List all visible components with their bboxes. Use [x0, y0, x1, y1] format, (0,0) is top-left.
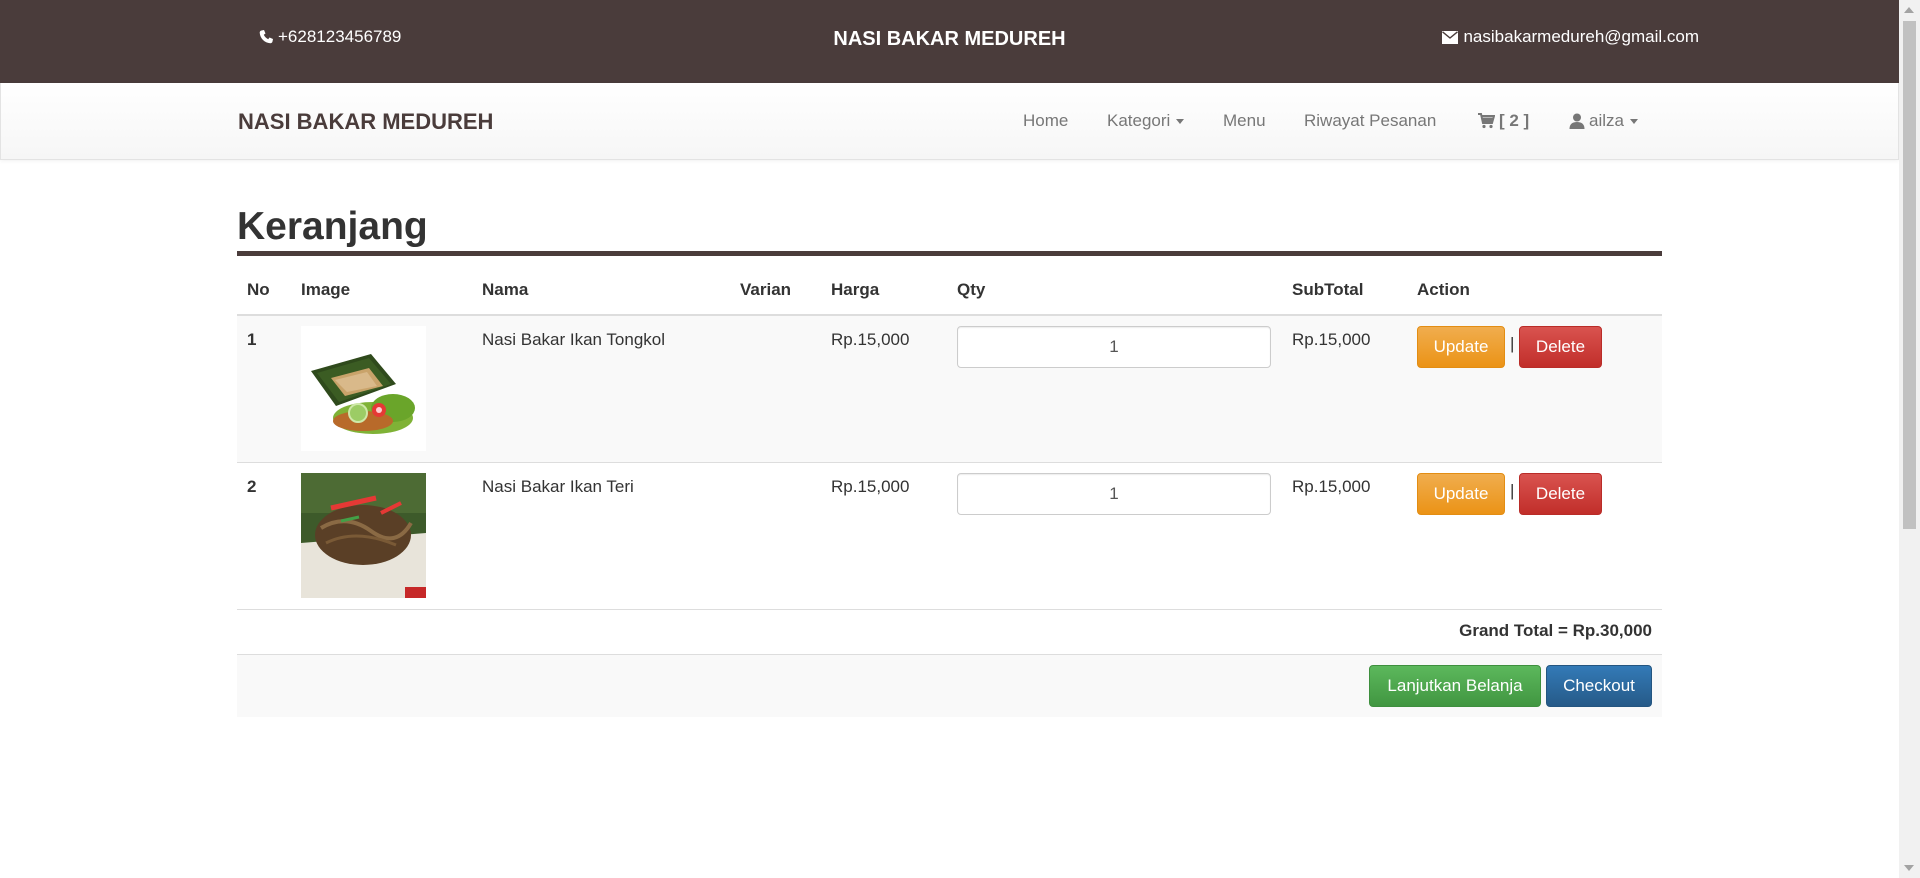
column-header-qty: Qty — [957, 280, 986, 299]
nav-riwayat-pesanan[interactable]: Riwayat Pesanan — [1304, 111, 1436, 131]
action-separator: | — [1510, 334, 1515, 353]
user-name: ailza — [1589, 111, 1624, 130]
update-button[interactable]: Update — [1417, 473, 1505, 515]
nav-kategori-label: Kategori — [1107, 111, 1171, 130]
cart-count: [ 2 ] — [1499, 111, 1530, 130]
nav-home[interactable]: Home — [1023, 111, 1068, 131]
checkout-button[interactable]: Checkout — [1546, 665, 1652, 707]
product-name: Nasi Bakar Ikan Tongkol — [482, 330, 666, 349]
qty-input[interactable] — [957, 326, 1271, 368]
scroll-up-arrow-icon[interactable] — [1904, 7, 1914, 13]
row-number: 2 — [247, 477, 257, 496]
column-header-varian: Varian — [740, 280, 792, 299]
grand-total: Grand Total = Rp.30,000 — [1459, 621, 1652, 640]
nav-user-dropdown[interactable]: ailza — [1569, 111, 1638, 131]
page-title: Keranjang — [237, 205, 428, 248]
product-price: Rp.15,000 — [831, 477, 910, 496]
column-header-subtotal: SubTotal — [1292, 280, 1364, 299]
top-contact-bar: +628123456789 NASI BAKAR MEDUREH nasibak… — [0, 0, 1899, 83]
email-address: nasibakarmedureh@gmail.com — [1463, 27, 1699, 46]
caret-down-icon — [1176, 118, 1185, 124]
delete-button[interactable]: Delete — [1519, 473, 1602, 515]
envelope-icon — [1442, 30, 1459, 44]
product-price: Rp.15,000 — [831, 330, 910, 349]
column-header-nama: Nama — [482, 280, 529, 299]
column-header-action: Action — [1417, 280, 1470, 299]
product-image-teri — [301, 473, 426, 598]
cart-actions-row: Lanjutkan Belanja Checkout — [237, 654, 1662, 717]
nav-menu[interactable]: Menu — [1223, 111, 1266, 131]
product-image-tongkol — [301, 326, 426, 451]
scroll-down-arrow-icon[interactable] — [1904, 865, 1914, 871]
caret-down-icon — [1629, 118, 1638, 124]
nav-kategori-dropdown[interactable]: Kategori — [1107, 111, 1185, 131]
continue-shopping-button[interactable]: Lanjutkan Belanja — [1369, 665, 1541, 707]
table-row: 1 Nasi Bakar Ikan Tongkol Rp.15,000 Rp.1… — [237, 316, 1662, 463]
column-header-harga: Harga — [831, 280, 880, 299]
column-header-image: Image — [301, 280, 351, 299]
user-icon — [1569, 113, 1585, 129]
row-subtotal: Rp.15,000 — [1292, 330, 1371, 349]
row-subtotal: Rp.15,000 — [1292, 477, 1371, 496]
main-navbar: NASI BAKAR MEDUREH Home Kategori Menu Ri… — [0, 83, 1899, 160]
title-divider — [237, 251, 1662, 256]
product-name: Nasi Bakar Ikan Teri — [482, 477, 634, 496]
delete-button[interactable]: Delete — [1519, 326, 1602, 368]
row-number: 1 — [247, 330, 257, 349]
update-button[interactable]: Update — [1417, 326, 1505, 368]
vertical-scrollbar[interactable] — [1899, 0, 1920, 878]
shopping-cart-icon — [1478, 113, 1495, 129]
action-separator: | — [1510, 481, 1515, 500]
navbar-logo[interactable]: NASI BAKAR MEDUREH — [238, 109, 493, 135]
qty-input[interactable] — [957, 473, 1271, 515]
column-header-no: No — [247, 280, 270, 299]
table-row: 2 Nasi Bakar Ikan Teri Rp.15,000 Rp.15,0… — [237, 463, 1662, 610]
scrollbar-thumb[interactable] — [1903, 21, 1916, 529]
contact-email: nasibakarmedureh@gmail.com — [1442, 27, 1699, 47]
nav-cart[interactable]: [ 2 ] — [1478, 111, 1529, 131]
